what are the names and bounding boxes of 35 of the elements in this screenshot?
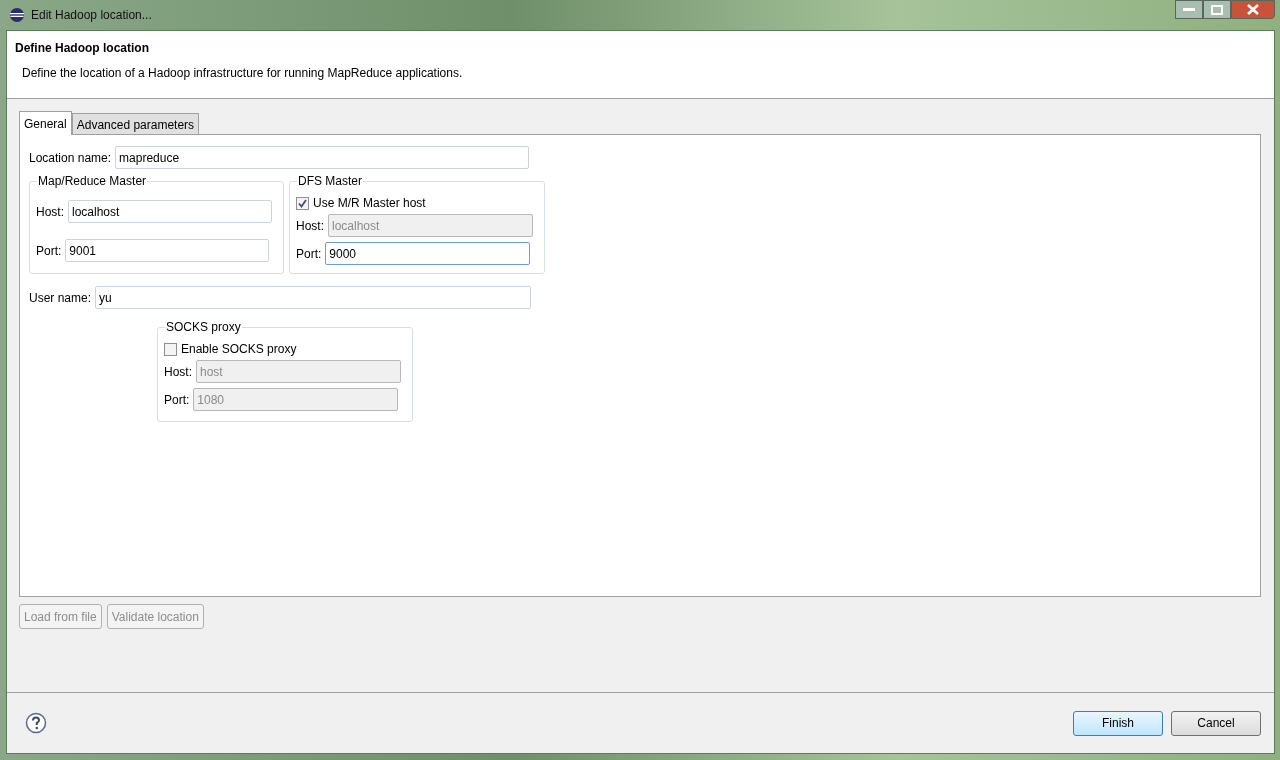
- close-icon: [1246, 4, 1260, 15]
- minimize-icon: [1183, 7, 1195, 12]
- sphere-icon: [9, 7, 25, 23]
- maximize-button[interactable]: [1203, 0, 1231, 19]
- page-title: Define Hadoop location: [15, 41, 150, 55]
- minimize-button[interactable]: [1175, 0, 1203, 19]
- dialog-button[interactable]: Cancel: [1171, 710, 1261, 736]
- help-icon[interactable]: [25, 712, 47, 734]
- text-field[interactable]: localhost: [68, 200, 272, 223]
- checkbox[interactable]: [296, 196, 309, 210]
- text-field[interactable]: mapreduce: [115, 146, 530, 169]
- field-label: Port:: [36, 243, 62, 258]
- group-title: DFS Master: [297, 174, 363, 188]
- text-field[interactable]: 9000: [325, 242, 531, 265]
- tab[interactable]: General: [19, 111, 72, 135]
- field-label: Host:: [164, 364, 192, 379]
- group-title: SOCKS proxy: [165, 320, 242, 334]
- maximize-icon: [1211, 4, 1223, 15]
- field-label: Host:: [296, 218, 324, 233]
- close-button[interactable]: [1231, 0, 1275, 19]
- checkbox-label[interactable]: Enable SOCKS proxy: [181, 342, 297, 356]
- field-label: User name:: [29, 290, 92, 305]
- field-label: Port:: [164, 392, 190, 407]
- group-title: Map/Reduce Master: [37, 174, 148, 188]
- window-title: Edit Hadoop location...: [31, 8, 152, 22]
- text-field[interactable]: yu: [95, 286, 532, 309]
- field-label: Port:: [296, 246, 322, 261]
- field-label: Location name:: [29, 150, 112, 165]
- dialog-button[interactable]: Finish: [1073, 710, 1163, 736]
- page-description: Define the location of a Hadoop infrastructure for running MapReduce applications.: [22, 66, 464, 80]
- text-field[interactable]: 9001: [65, 239, 270, 262]
- checkbox-label[interactable]: Use M/R Master host: [313, 196, 426, 210]
- checkbox[interactable]: [164, 342, 177, 356]
- tab[interactable]: Advanced parameters: [71, 113, 200, 134]
- field-label: Host:: [36, 204, 64, 219]
